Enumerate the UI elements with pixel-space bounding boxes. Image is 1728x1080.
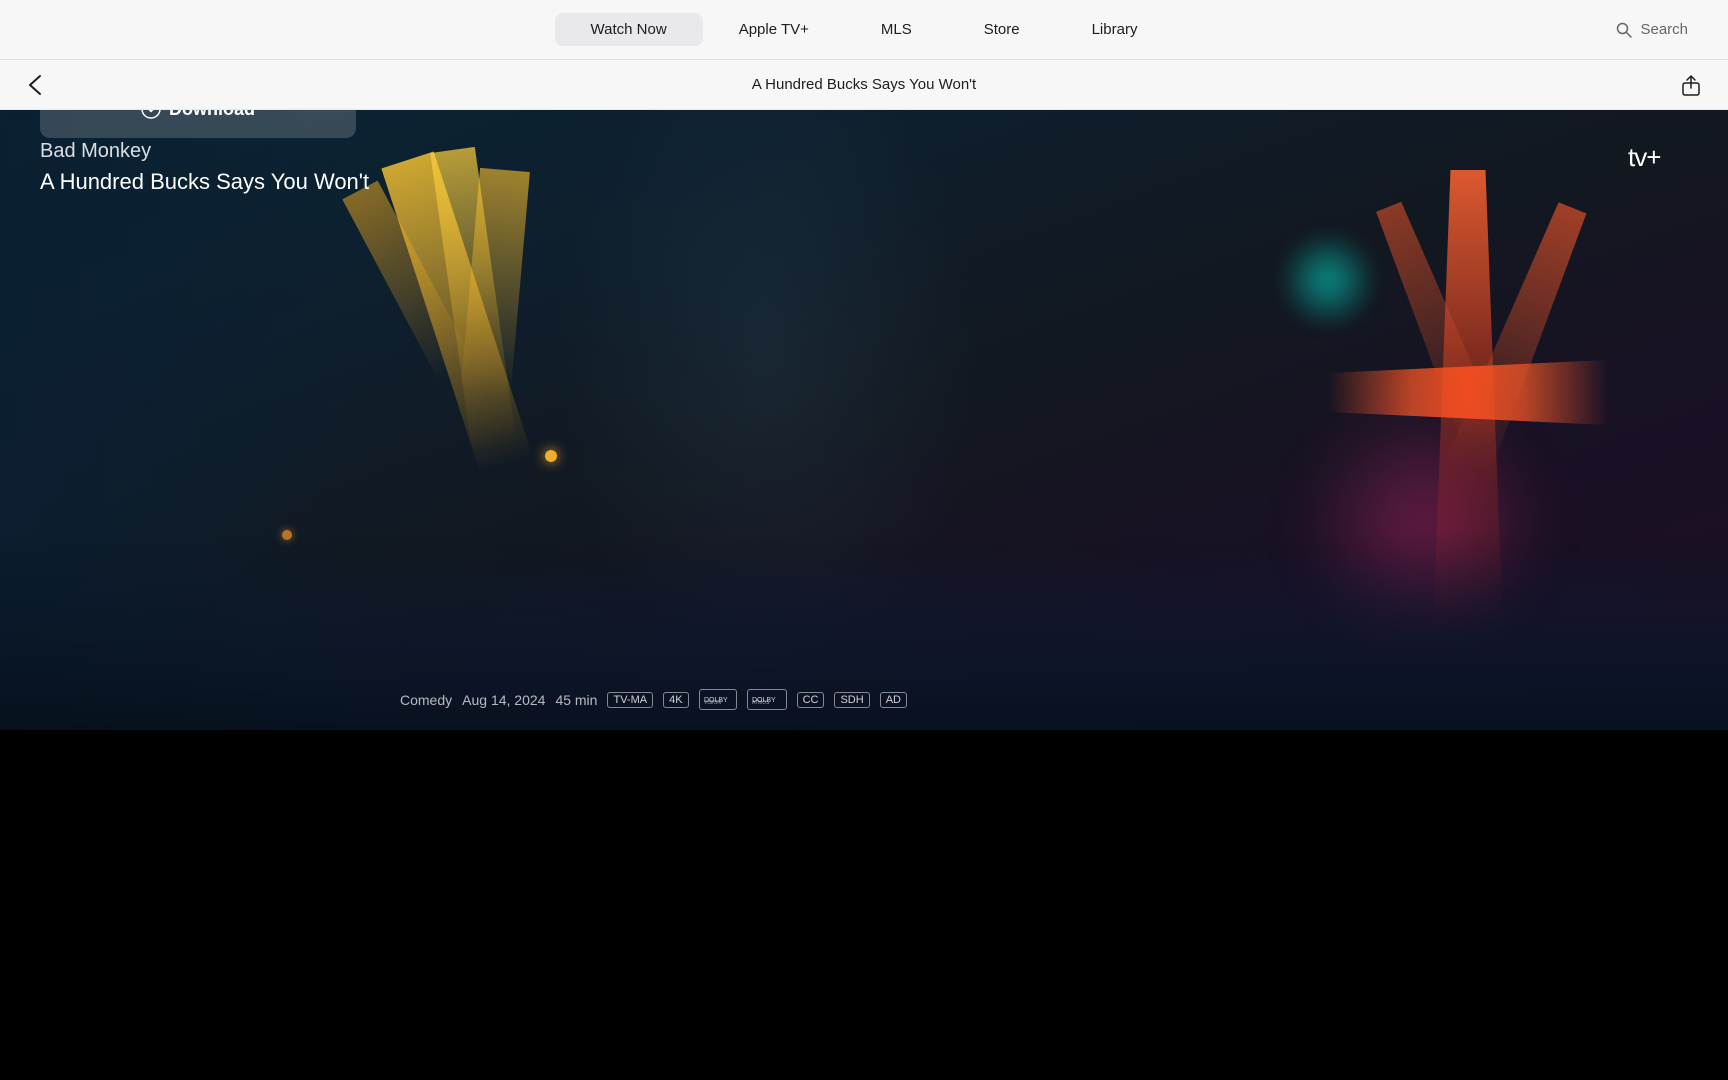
release-date: Aug 14, 2024 — [462, 692, 545, 708]
badge-sdh: SDH — [834, 692, 869, 708]
badge-cc: CC — [797, 692, 825, 708]
top-navigation: Watch Now Apple TV+ MLS Store Library Se… — [0, 0, 1728, 60]
download-label: Download — [169, 110, 255, 120]
nav-tab-watch-now[interactable]: Watch Now — [555, 13, 703, 46]
search-label: Search — [1640, 21, 1688, 38]
share-button[interactable] — [1674, 70, 1708, 100]
meta-badges: Comedy Aug 14, 2024 45 min TV-MA 4K DOLB… — [400, 689, 907, 730]
search-icon — [1616, 22, 1632, 38]
apple-tv-logo: tv+ — [1624, 140, 1688, 172]
series-name: Bad Monkey — [40, 140, 369, 163]
hero-show-title: Bad Monkey A Hundred Bucks Says You Won'… — [40, 140, 369, 195]
nav-tab-apple-tv[interactable]: Apple TV+ — [703, 13, 845, 46]
badge-tvma: TV-MA — [607, 692, 653, 708]
badge-ad: AD — [880, 692, 907, 708]
duration-label: 45 min — [555, 692, 597, 708]
dolby-vision-icon: DOLBY VISION — [704, 691, 732, 705]
badge-dolby-atmos: DOLBY ATMOS — [747, 689, 787, 710]
hero-area: Bad Monkey A Hundred Bucks Says You Won'… — [0, 110, 1728, 730]
episode-title-hero: A Hundred Bucks Says You Won't — [40, 169, 369, 195]
nav-tab-mls[interactable]: MLS — [845, 13, 948, 46]
search-button[interactable]: Search — [1616, 21, 1688, 38]
nav-tab-library[interactable]: Library — [1056, 13, 1174, 46]
svg-text:ATMOS: ATMOS — [752, 700, 770, 705]
badge-dolby-vision: DOLBY VISION — [699, 689, 737, 710]
genre-label: Comedy — [400, 692, 452, 708]
download-button[interactable]: Download — [40, 110, 356, 138]
nav-tabs: Watch Now Apple TV+ MLS Store Library — [555, 13, 1174, 46]
chevron-left-icon — [28, 74, 42, 96]
download-icon — [141, 110, 161, 119]
svg-text:tv+: tv+ — [1628, 142, 1660, 172]
dot-light-1 — [545, 450, 557, 462]
breadcrumb-bar: A Hundred Bucks Says You Won't — [0, 60, 1728, 110]
apple-tv-plus-icon: tv+ — [1628, 140, 1688, 172]
svg-text:VISION: VISION — [704, 700, 721, 705]
dolby-atmos-icon: DOLBY ATMOS — [752, 691, 782, 705]
action-buttons: ▶ Play S1, E2 Download — [40, 110, 356, 138]
share-icon — [1682, 74, 1700, 96]
back-button[interactable] — [20, 70, 50, 100]
nav-tab-store[interactable]: Store — [948, 13, 1056, 46]
badge-4k: 4K — [663, 692, 688, 708]
teal-accent — [1278, 230, 1378, 330]
breadcrumb-title: A Hundred Bucks Says You Won't — [752, 76, 976, 93]
